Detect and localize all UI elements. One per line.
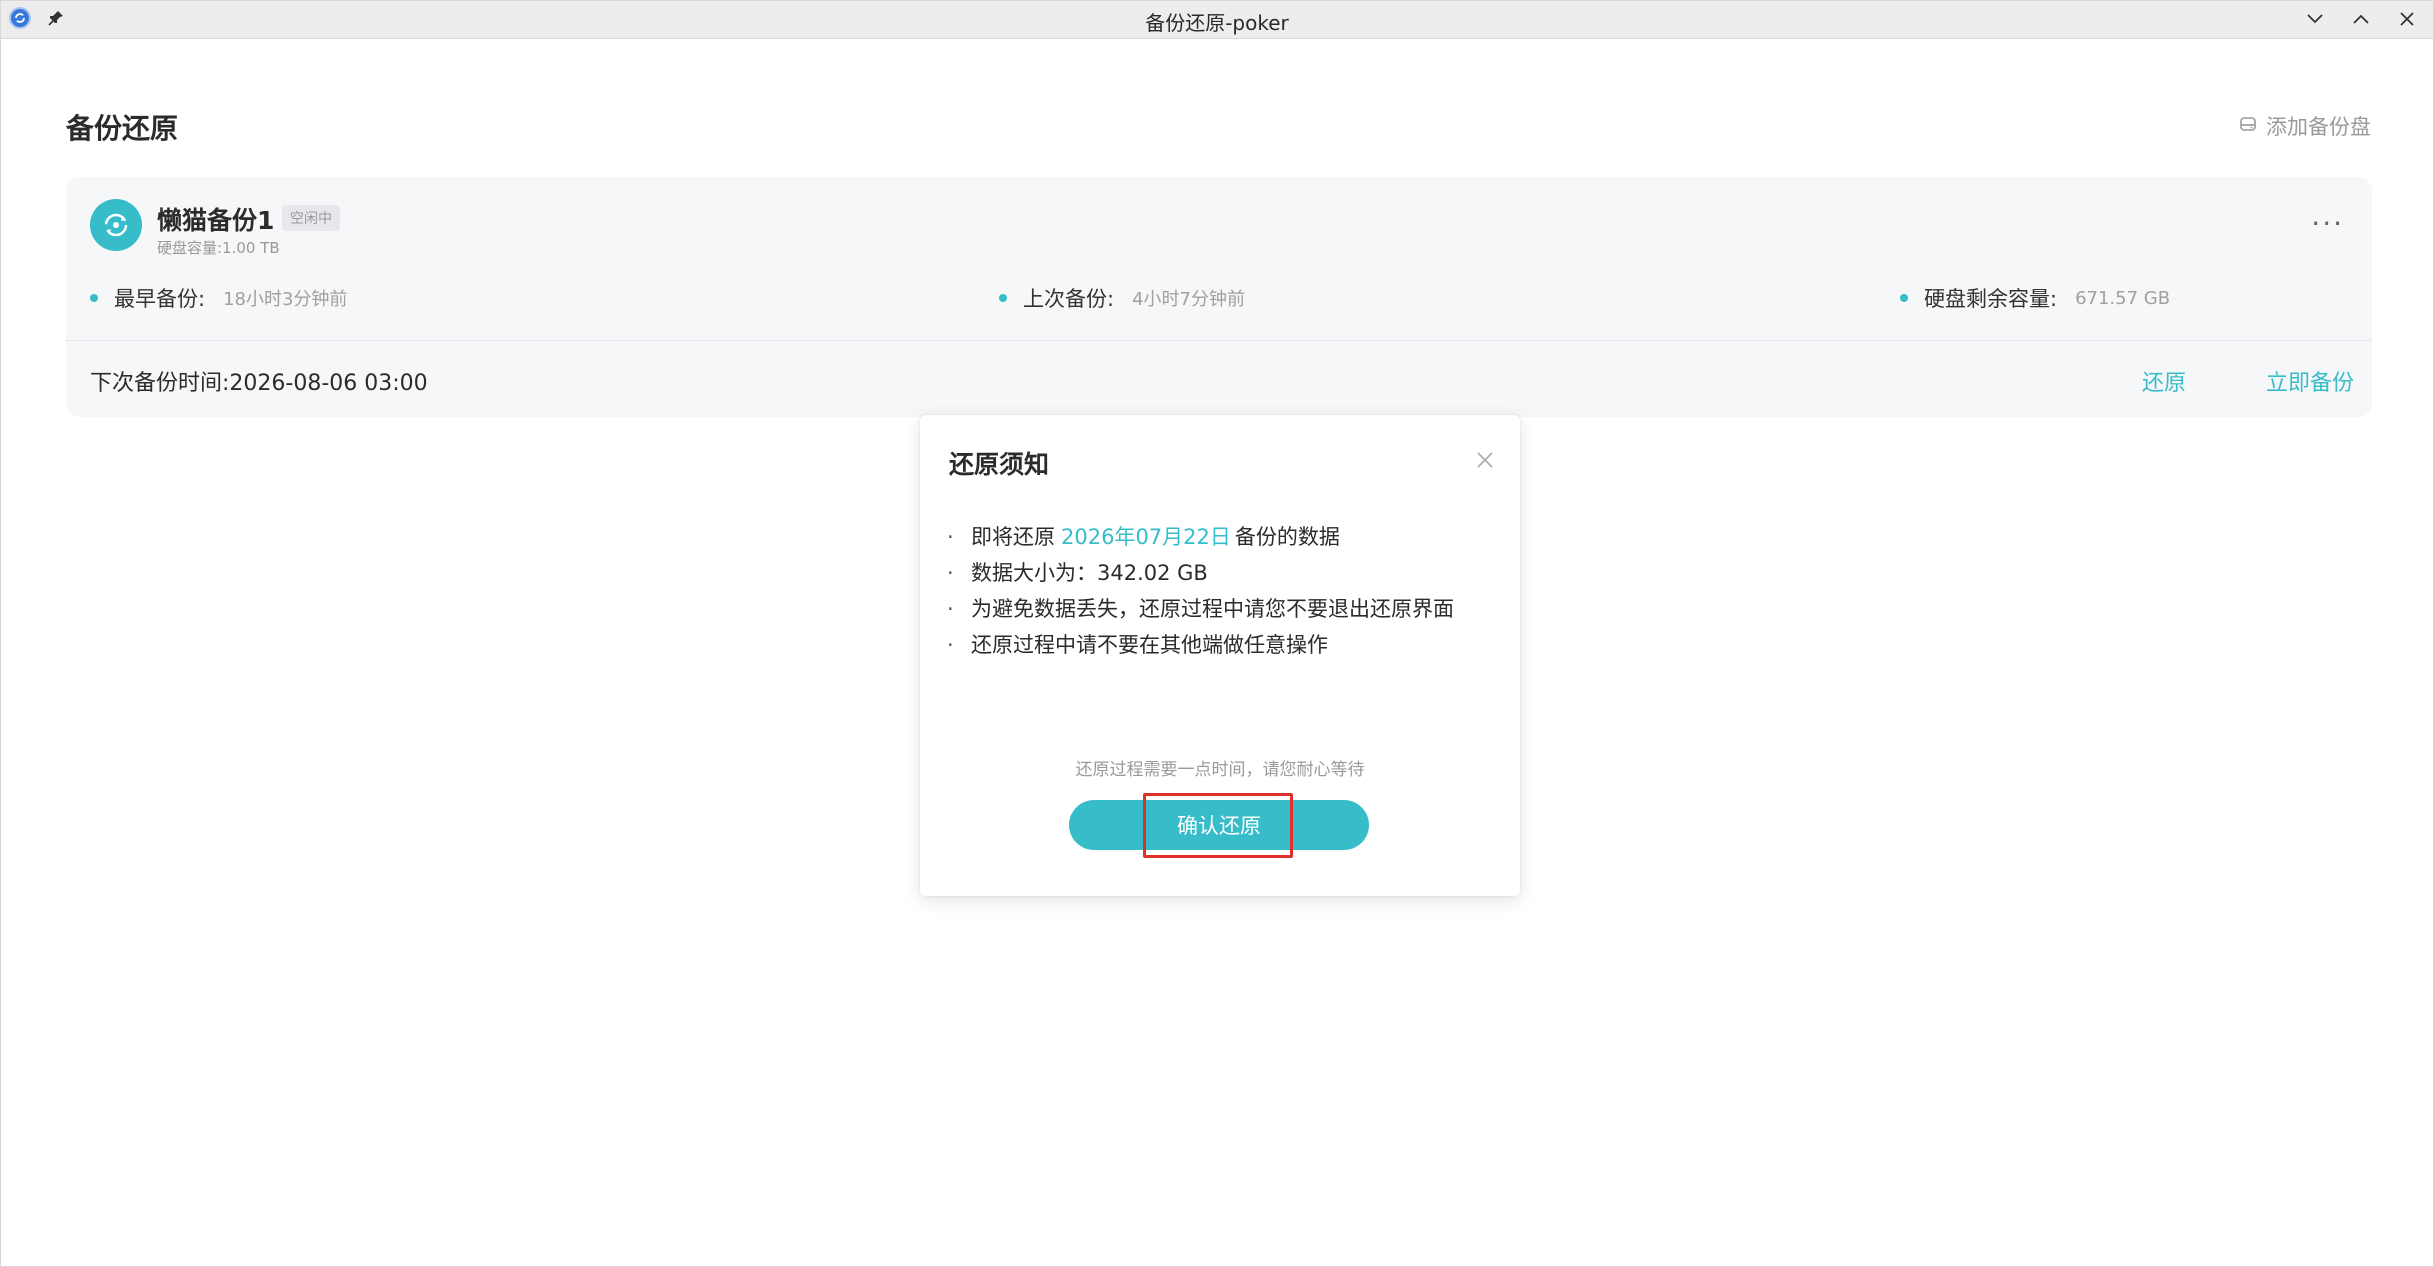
stat-value: 671.57 GB [2075, 287, 2171, 309]
stat-label: 最早备份: [114, 287, 206, 311]
chevron-down-icon[interactable] [2303, 6, 2327, 32]
notice-text: 数据大小为：342.02 GB [971, 561, 1208, 585]
stat-last-backup: 上次备份: 4小时7分钟前 [999, 283, 1245, 313]
backup-name: 懒猫备份1 [157, 206, 275, 235]
restore-date: 2026年07月22日 [1061, 525, 1231, 549]
notice-suffix: 备份的数据 [1234, 525, 1340, 549]
backup-now-link[interactable]: 立即备份 [2266, 365, 2354, 397]
bullet: · [947, 633, 954, 657]
window-controls [2303, 6, 2419, 32]
bullet-dot [999, 294, 1007, 302]
app-window: 备份还原-poker 备份还原 添加备份盘 懒猫备份1 空闲中 硬盘容量:1.0… [0, 0, 2434, 1267]
sync-icon [90, 199, 142, 251]
bullet-dot [90, 294, 98, 302]
wait-hint: 还原过程需要一点时间，请您耐心等待 [1075, 760, 1365, 780]
stat-label: 上次备份: [1023, 287, 1115, 311]
bullet: · [947, 561, 954, 585]
confirm-restore-button[interactable]: 确认还原 [1069, 800, 1369, 850]
bullet: · [947, 597, 954, 621]
stat-earliest-backup: 最早备份: 18小时3分钟前 [90, 283, 347, 313]
bullet-dot [1900, 294, 1908, 302]
disk-capacity: 硬盘容量:1.00 TB [157, 239, 280, 257]
status-badge: 空闲中 [282, 205, 340, 231]
close-icon[interactable] [2395, 6, 2419, 32]
next-backup-time: 下次备份时间:2026-08-06 03:00 [90, 371, 428, 396]
chevron-up-icon[interactable] [2349, 6, 2373, 32]
notice-text: 为避免数据丢失，还原过程中请您不要退出还原界面 [971, 597, 1454, 621]
bullet: · [947, 525, 954, 549]
list-item: · 还原过程中请不要在其他端做任意操作 [947, 627, 1454, 663]
disk-icon [2238, 114, 2258, 139]
notice-list: · 即将还原 2026年07月22日 备份的数据 · 数据大小为：342.02 … [947, 519, 1454, 663]
stat-value: 18小时3分钟前 [223, 289, 348, 310]
more-options-button[interactable]: ··· [2311, 207, 2344, 240]
add-backup-disk-button[interactable]: 添加备份盘 [2238, 111, 2371, 141]
card-divider [66, 340, 2372, 341]
restore-link[interactable]: 还原 [2142, 365, 2186, 397]
backup-card: 懒猫备份1 空闲中 硬盘容量:1.00 TB ··· 最早备份: 18小时3分钟… [66, 177, 2372, 417]
window-title: 备份还原-poker [1145, 11, 1289, 35]
title-bar: 备份还原-poker [1, 1, 2433, 39]
list-item: · 即将还原 2026年07月22日 备份的数据 [947, 519, 1454, 555]
restore-notice-dialog: 还原须知 · 即将还原 2026年07月22日 备份的数据 · 数据大小为：34… [920, 415, 1520, 896]
page-title: 备份还原 [66, 112, 179, 145]
list-item: · 为避免数据丢失，还原过程中请您不要退出还原界面 [947, 591, 1454, 627]
notice-prefix: 即将还原 [971, 525, 1055, 549]
stat-value: 4小时7分钟前 [1132, 289, 1245, 310]
notice-text: 还原过程中请不要在其他端做任意操作 [971, 633, 1328, 657]
dialog-title: 还原须知 [949, 450, 1050, 479]
stat-label: 硬盘剩余容量: [1924, 287, 2058, 311]
add-backup-disk-label: 添加备份盘 [2266, 115, 2371, 139]
list-item: · 数据大小为：342.02 GB [947, 555, 1454, 591]
stat-free-space: 硬盘剩余容量: 671.57 GB [1900, 283, 2170, 313]
close-icon[interactable] [1472, 447, 1498, 473]
